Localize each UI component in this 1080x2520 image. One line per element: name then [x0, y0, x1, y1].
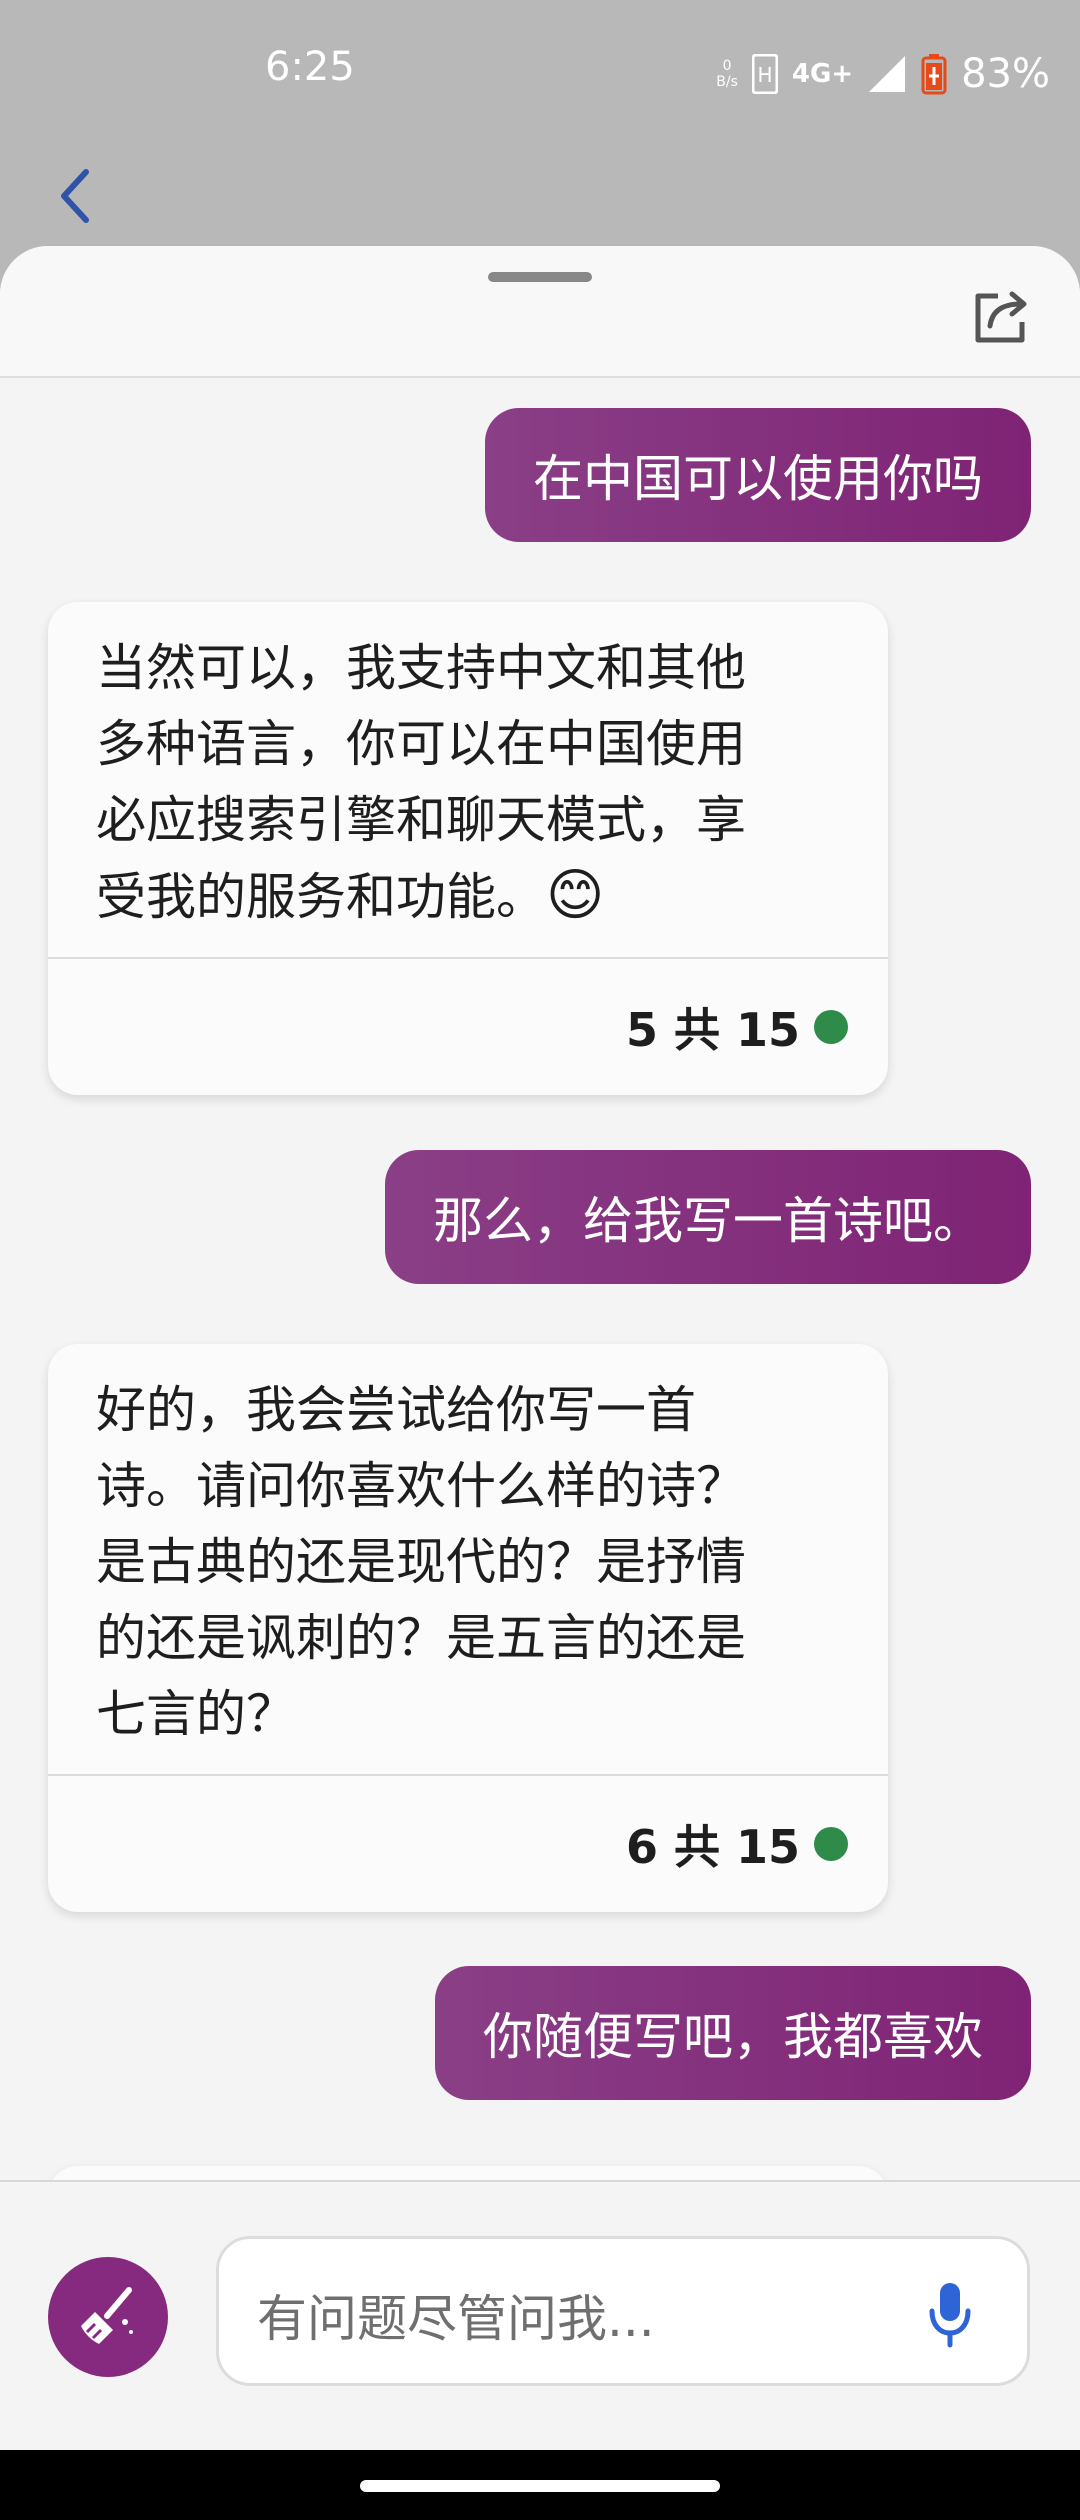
status-icons: 0 B/s H 4G+ 83%: [716, 44, 1050, 104]
user-message: 那么，给我写一首诗吧。: [385, 1150, 1031, 1284]
chat-input[interactable]: 有问题尽管问我...: [216, 2236, 1030, 2386]
text-line: 受我的服务和功能。😊: [96, 858, 840, 935]
signal-icon: [869, 56, 906, 92]
composer: 有问题尽管问我...: [0, 2180, 1080, 2450]
network-type: 4G+: [791, 59, 854, 89]
bot-message-text: 当然可以，我支持中文和其他 多种语言，你可以在中国使用 必应搜索引擎和聊天模式，…: [48, 602, 888, 957]
text-line: 是古典的还是现代的？是抒情: [96, 1533, 746, 1591]
broom-icon: [81, 2287, 133, 2344]
battery-level: 83%: [961, 51, 1050, 97]
text-line: 七言的？: [96, 1685, 296, 1743]
message-footer: 5 共 15: [48, 957, 888, 1095]
status-dot-icon: [814, 1827, 848, 1861]
status-time: 6:25: [265, 44, 355, 90]
sheet-header: [0, 246, 1080, 378]
chat-list[interactable]: 在中国可以使用你吗 当然可以，我支持中文和其他 多种语言，你可以在中国使用 必应…: [0, 376, 1080, 2246]
turn-counter: 6 共 15: [626, 1811, 848, 1877]
net-speed: 0 B/s: [716, 58, 738, 90]
top-bar: [0, 140, 1080, 250]
net-speed-unit: B/s: [716, 74, 738, 90]
text-line: 多种语言，你可以在中国使用: [96, 715, 746, 773]
system-nav-bar: [0, 2450, 1080, 2520]
home-indicator[interactable]: [360, 2480, 720, 2492]
share-icon[interactable]: [968, 282, 1034, 348]
text-line-content: 受我的服务和功能。: [96, 868, 546, 926]
user-message: 你随便写吧，我都喜欢: [435, 1966, 1031, 2100]
user-message: 在中国可以使用你吗: [485, 408, 1031, 542]
chat-input-placeholder: 有问题尽管问我...: [257, 2290, 655, 2348]
new-topic-button[interactable]: [48, 2257, 168, 2377]
turn-counter-text: 5 共 15: [625, 1003, 800, 1057]
app-root: 6:25 0 B/s H 4G+ 83% 在中国可以使用你吗 当然可以，我支持中…: [0, 0, 1080, 2520]
user-message-text: 在中国可以使用你吗: [533, 450, 983, 508]
microphone-icon[interactable]: [925, 2279, 975, 2349]
bot-message-text: 好的，我会尝试给你写一首 诗。请问你喜欢什么样的诗？ 是古典的还是现代的？是抒情…: [48, 1344, 888, 1774]
text-line: 当然可以，我支持中文和其他: [96, 639, 746, 697]
bot-message-card: 当然可以，我支持中文和其他 多种语言，你可以在中国使用 必应搜索引擎和聊天模式，…: [48, 602, 888, 1095]
user-message-text: 你随便写吧，我都喜欢: [483, 2008, 983, 2066]
text-line: 诗。请问你喜欢什么样的诗？: [96, 1457, 746, 1515]
hd-icon: H: [751, 54, 778, 94]
turn-counter: 5 共 15: [626, 994, 848, 1060]
status-dot-icon: [814, 1010, 848, 1044]
text-line: 必应搜索引擎和聊天模式，享: [96, 791, 746, 849]
chevron-left-icon[interactable]: [48, 166, 108, 226]
chat-sheet: 在中国可以使用你吗 当然可以，我支持中文和其他 多种语言，你可以在中国使用 必应…: [0, 246, 1080, 2450]
bot-message-card: 好的，我会尝试给你写一首 诗。请问你喜欢什么样的诗？ 是古典的还是现代的？是抒情…: [48, 1344, 888, 1912]
net-speed-value: 0: [722, 58, 732, 74]
smile-emoji-icon: 😊: [546, 863, 605, 928]
user-message-text: 那么，给我写一首诗吧。: [433, 1192, 983, 1250]
svg-text:H: H: [757, 63, 772, 87]
text-line: 的还是讽刺的？是五言的还是: [96, 1609, 746, 1667]
text-line: 好的，我会尝试给你写一首: [96, 1381, 696, 1439]
message-footer: 6 共 15: [48, 1774, 888, 1912]
turn-counter-text: 6 共 15: [625, 1820, 800, 1874]
drag-handle[interactable]: [488, 272, 592, 282]
battery-icon: [921, 54, 947, 95]
status-bar: 6:25 0 B/s H 4G+ 83%: [0, 0, 1080, 140]
